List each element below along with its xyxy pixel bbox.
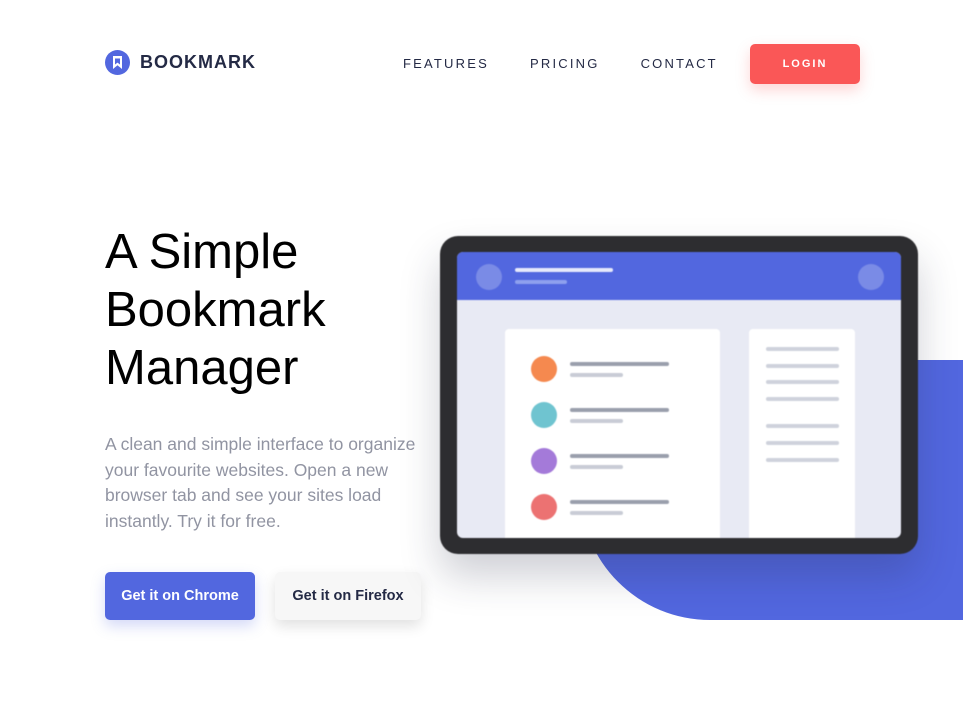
hero-title-line-3: Manager [105,341,299,395]
bookmark-line [570,454,669,458]
bookmark-list-row [531,402,701,428]
bookmark-subline [570,419,623,423]
screen-title-line [515,268,613,272]
bookmark-dot [531,402,557,428]
bookmark-line [570,362,669,366]
tablet-illustration [440,236,918,554]
bookmark-list-row [531,448,701,474]
hero-description: A clean and simple interface to organize… [105,434,416,531]
hero-title-line-2: Bookmark [105,283,326,337]
bookmark-logo[interactable]: BOOKMARK [105,50,256,75]
screen-menu-circle [858,264,884,290]
bookmark-icon [105,50,130,75]
get-firefox-button[interactable]: Get it on Firefox [275,572,421,620]
get-chrome-button[interactable]: Get it on Chrome [105,572,255,620]
bookmark-dot [531,494,557,520]
sidebar-line [766,347,839,351]
hero-title: A Simple Bookmark Manager [105,223,435,397]
landing-page: BOOKMARK FEATURES PRICING CONTACT LOGIN … [0,0,963,715]
screen-header-bar [457,252,901,300]
sidebar-line [766,364,839,368]
screen-avatar-circle [476,264,502,290]
sidebar-line [766,380,839,384]
bookmark-list-row [531,494,701,520]
site-header: BOOKMARK FEATURES PRICING CONTACT LOGIN [105,40,860,84]
bookmark-subline [570,465,623,469]
bookmark-list-row [531,356,701,382]
bookmark-line [570,500,669,504]
nav-link-features[interactable]: FEATURES [403,56,489,71]
sidebar-line [766,397,839,401]
sidebar-line [766,458,839,462]
logo-text: BOOKMARK [140,52,256,72]
sidebar-line [766,424,839,428]
bookmark-dot [531,356,557,382]
nav-link-pricing[interactable]: PRICING [530,56,600,71]
nav-link-contact[interactable]: CONTACT [641,56,718,71]
tablet-screen [457,252,901,538]
sidebar-line [766,441,839,445]
bookmark-line [570,408,669,412]
hero-title-line-1: A Simple [105,225,299,279]
bookmark-subline [570,373,623,377]
screen-subtitle-line [515,280,567,284]
main-nav: FEATURES PRICING CONTACT [403,56,718,71]
bookmark-dot [531,448,557,474]
sidebar-card [749,329,855,538]
bookmark-subline [570,511,623,515]
bookmark-list-card [505,329,720,538]
login-button[interactable]: LOGIN [750,44,860,84]
